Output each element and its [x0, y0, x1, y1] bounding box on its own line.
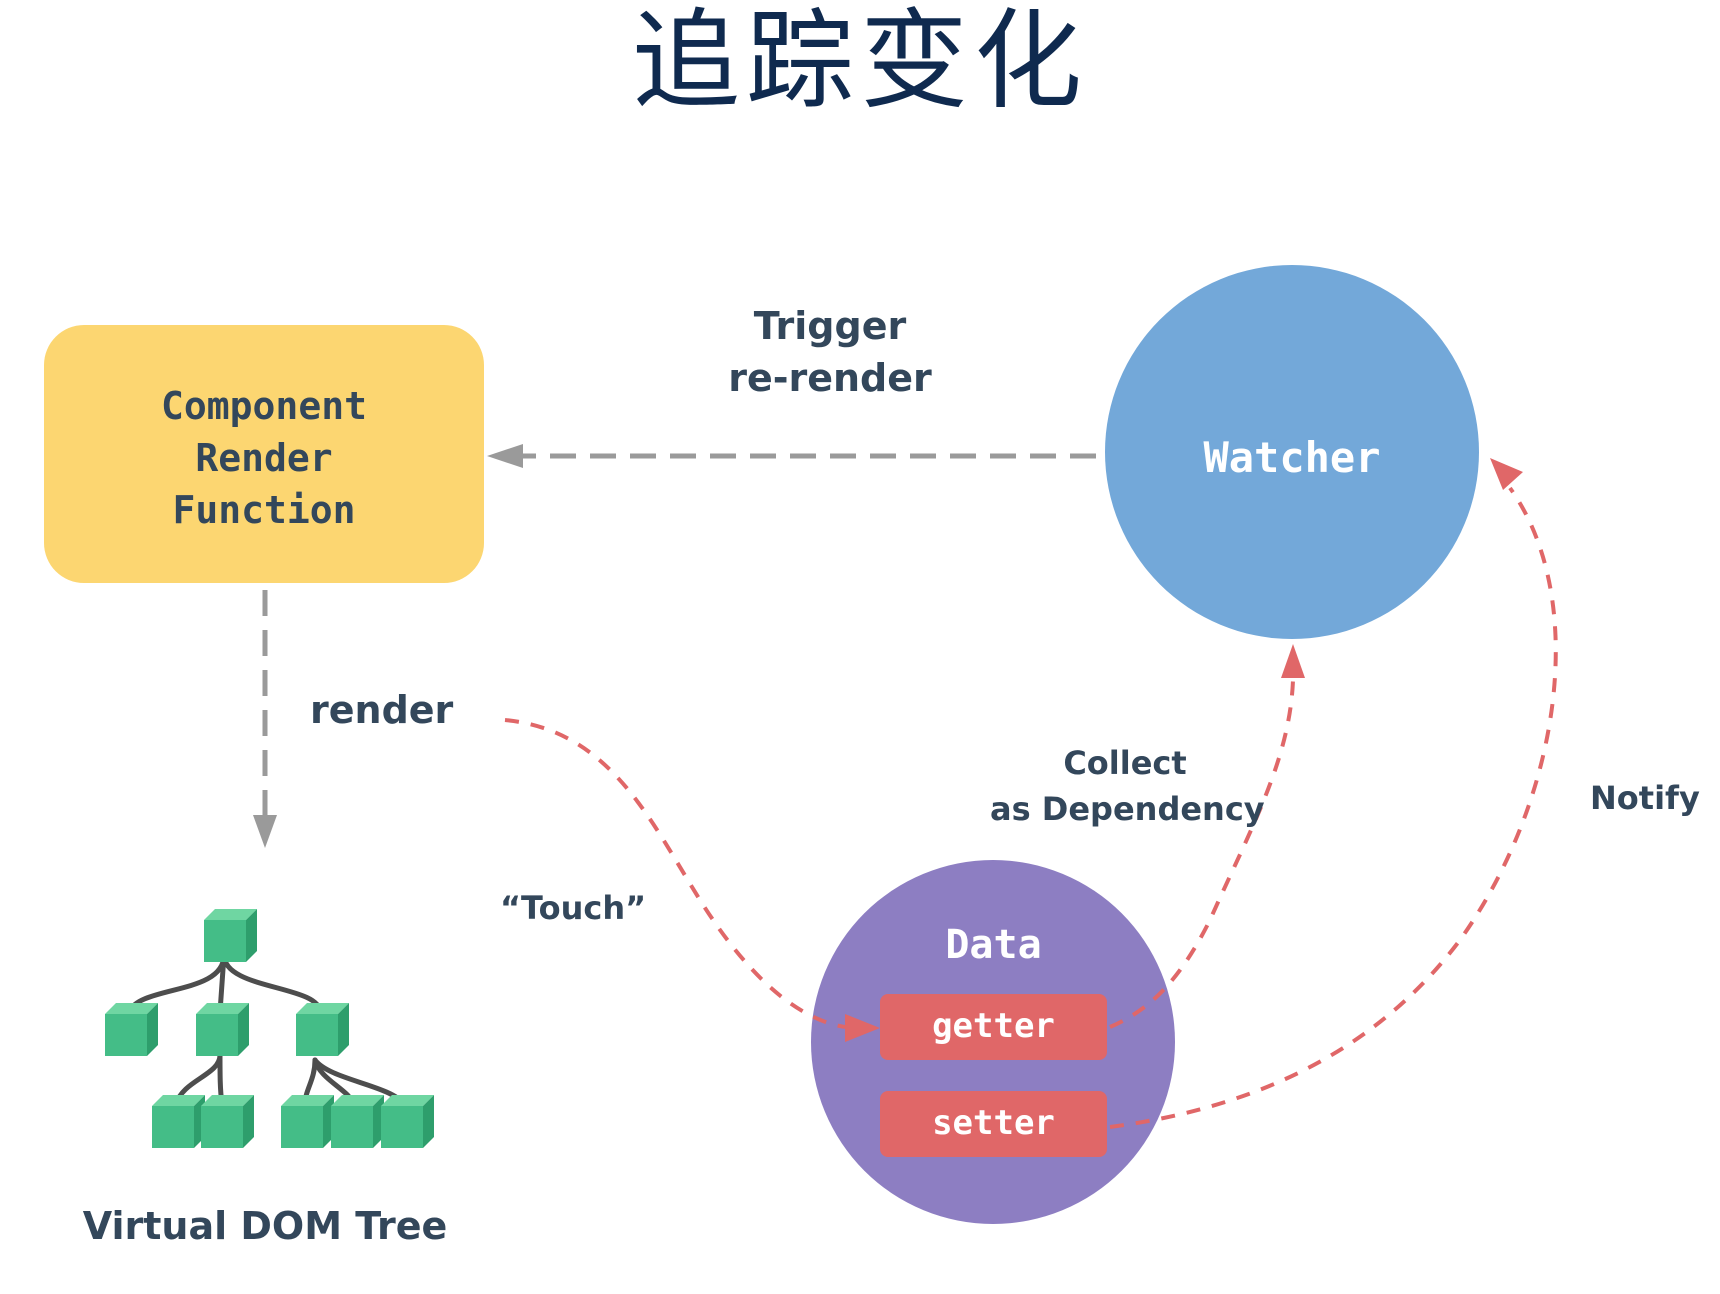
diagram-canvas [44, 265, 1558, 1224]
getter-label: getter [932, 1006, 1055, 1046]
tree-node-cube-child-1 [105, 1003, 158, 1056]
watcher-label: Watcher [1203, 433, 1381, 482]
page-title: 追踪变化 [631, 0, 1088, 124]
render-function-line-1: Component [161, 384, 367, 428]
notify-label: Notify [1590, 779, 1700, 817]
tree-node-cube-child-2 [196, 1003, 249, 1056]
collect-label: Collect as Dependency [990, 740, 1265, 832]
render-function-line-2: Render [195, 436, 333, 480]
tree-node-cube-leaf-2 [201, 1095, 254, 1148]
setter-label: setter [932, 1103, 1055, 1143]
trigger-label-line-1: Trigger [753, 304, 907, 348]
tree-node-cube-leaf-4 [331, 1095, 384, 1148]
data-label: Data [945, 922, 1042, 968]
tree-cubes [105, 909, 434, 1148]
tree-node-cube-leaf-3 [281, 1095, 334, 1148]
collect-label-line-2: as Dependency [990, 790, 1265, 828]
tree-node-cube-child-3 [296, 1003, 349, 1056]
tree-connectors [126, 952, 407, 1107]
trigger-rerender-arrow [487, 444, 1096, 468]
collect-label-line-1: Collect [1063, 744, 1187, 782]
trigger-label-line-2: re-render [728, 356, 932, 400]
render-arrow [253, 590, 277, 848]
touch-label: “Touch” [500, 889, 647, 927]
vdom-label: Virtual DOM Tree [82, 1204, 448, 1248]
tree-node-cube-leaf-1 [152, 1095, 205, 1148]
tree-node-cube-root [204, 909, 257, 962]
diagram: 追踪变化 Component Render Function Watcher D… [0, 0, 1720, 1290]
render-label: render [310, 688, 454, 732]
tree-node-cube-leaf-5 [381, 1095, 434, 1148]
render-function-label: Component Render Function [44, 380, 484, 536]
trigger-label: Trigger re-render [700, 300, 960, 404]
virtual-dom-tree [105, 909, 434, 1148]
render-function-line-3: Function [172, 488, 356, 532]
